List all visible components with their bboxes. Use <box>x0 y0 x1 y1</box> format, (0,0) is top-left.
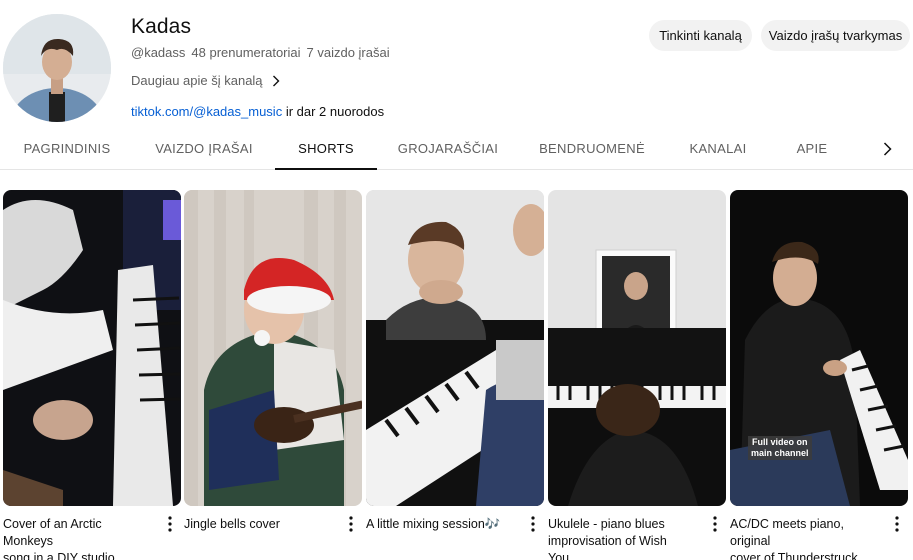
channel-tabs: PAGRINDINIS VAIZDO ĮRAŠAI SHORTS GROJARA… <box>0 128 913 170</box>
channel-links: tiktok.com/@kadas_music ir dar 2 nuorodo… <box>131 104 384 119</box>
short-title[interactable]: Cover of an Arctic Monkeys song in a DIY… <box>3 516 155 560</box>
short-thumbnail[interactable] <box>366 190 544 506</box>
subscriber-count: 48 prenumeratoriai <box>191 45 301 60</box>
tab-shorts[interactable]: SHORTS <box>275 128 377 170</box>
short-thumbnail-image <box>548 190 726 506</box>
short-thumbnail-image <box>366 190 544 506</box>
tiktok-link[interactable]: tiktok.com/@kadas_music <box>131 104 282 119</box>
customize-channel-button[interactable]: Tinkinti kanalą <box>649 20 752 51</box>
short-title[interactable]: Jingle bells cover <box>184 516 336 533</box>
more-links-text[interactable]: ir dar 2 nuorodos <box>282 104 384 119</box>
about-channel-label: Daugiau apie šį kanalą <box>131 73 263 88</box>
short-menu-button[interactable] <box>891 516 903 536</box>
channel-title: Kadas <box>131 15 192 38</box>
video-count: 7 vaizdo įrašai <box>306 45 390 60</box>
tabs-next-button[interactable] <box>876 134 898 164</box>
more-vert-icon <box>531 516 535 532</box>
short-title[interactable]: Ukulele - piano blues improvisation of W… <box>548 516 700 560</box>
short-thumbnail[interactable] <box>184 190 362 506</box>
tab-channels[interactable]: KANALAI <box>676 128 760 170</box>
short-thumbnail-image <box>3 190 181 506</box>
short-thumbnail-image <box>184 190 362 506</box>
short-menu-button[interactable] <box>527 516 539 536</box>
short-menu-button[interactable] <box>709 516 721 536</box>
short-thumbnail[interactable] <box>548 190 726 506</box>
tab-community[interactable]: BENDRUOMENĖ <box>534 128 650 170</box>
about-channel-link[interactable]: Daugiau apie šį kanalą <box>131 73 283 88</box>
chevron-right-icon <box>883 142 892 156</box>
short-title[interactable]: A little mixing session🎶 <box>366 516 518 533</box>
more-vert-icon <box>713 516 717 532</box>
more-vert-icon <box>895 516 899 532</box>
tab-about[interactable]: APIE <box>784 128 840 170</box>
tab-home[interactable]: PAGRINDINIS <box>8 128 126 170</box>
short-menu-button[interactable] <box>345 516 357 536</box>
tab-videos[interactable]: VAIZDO ĮRAŠAI <box>146 128 262 170</box>
chevron-right-icon <box>272 75 280 86</box>
short-thumbnail[interactable]: Full video on main channel <box>730 190 908 506</box>
more-vert-icon <box>168 516 172 532</box>
full-video-overlay: Full video on main channel <box>748 436 812 460</box>
channel-avatar[interactable] <box>3 14 111 122</box>
tab-playlists[interactable]: GROJARAŠČIAI <box>393 128 503 170</box>
short-menu-button[interactable] <box>164 516 176 536</box>
channel-handle: @kadass <box>131 45 186 60</box>
manage-videos-button[interactable]: Vaizdo įrašų tvarkymas <box>761 20 910 51</box>
channel-meta: @kadass 48 prenumeratoriai 7 vaizdo įrašai <box>131 45 390 60</box>
short-title[interactable]: AC/DC meets piano, original cover of Thu… <box>730 516 882 560</box>
more-vert-icon <box>349 516 353 532</box>
short-thumbnail[interactable] <box>3 190 181 506</box>
